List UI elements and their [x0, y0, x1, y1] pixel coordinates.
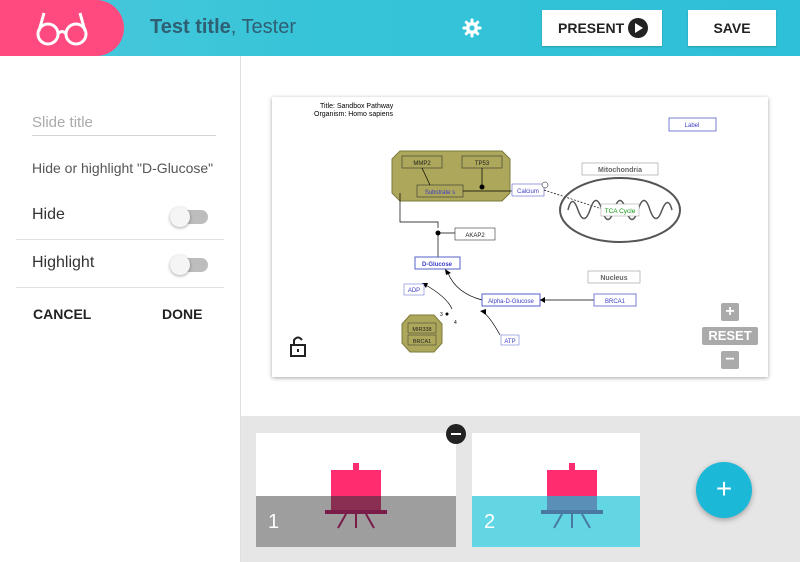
svg-text:Substrate s: Substrate s: [425, 190, 455, 196]
hide-row: Hide: [16, 192, 224, 240]
svg-text:Alpha-D-Glucose: Alpha-D-Glucose: [488, 299, 534, 305]
mir338-complex[interactable]: [401, 314, 443, 353]
add-slide-button[interactable]: +: [696, 462, 752, 518]
svg-text:Label: Label: [685, 123, 700, 129]
play-icon: [628, 18, 648, 38]
svg-text:Nucleus: Nucleus: [600, 275, 627, 282]
hide-toggle[interactable]: [170, 207, 208, 227]
svg-text:Mitochondria: Mitochondria: [598, 167, 642, 174]
svg-text:AKAP2: AKAP2: [465, 233, 485, 239]
presentation-title[interactable]: Test title, Tester: [150, 16, 296, 39]
reset-button[interactable]: RESET: [702, 327, 758, 345]
svg-text:3: 3: [440, 312, 443, 318]
slide-number: 2: [484, 511, 496, 533]
glasses-icon: [36, 12, 88, 46]
slide-thumbnail-1[interactable]: 1: [256, 433, 456, 547]
svg-text:ADP: ADP: [408, 288, 420, 294]
tca-cycle-label[interactable]: TCA Cycle: [605, 208, 636, 215]
slide-number: 1: [268, 511, 280, 533]
done-button[interactable]: DONE: [162, 306, 202, 322]
svg-text:MIR338: MIR338: [412, 327, 431, 333]
present-button[interactable]: PRESENT: [542, 10, 662, 46]
slide-title-input[interactable]: [32, 110, 216, 136]
zoom-out-button[interactable]: −: [721, 351, 739, 369]
svg-text:4: 4: [454, 320, 457, 326]
svg-text:MMP2: MMP2: [413, 161, 431, 167]
cancel-button[interactable]: CANCEL: [33, 306, 91, 322]
pathway-diagram: Title: Sandbox Pathway Organism: Homo sa…: [290, 103, 717, 357]
zoom-in-button[interactable]: +: [721, 303, 739, 321]
gear-icon[interactable]: [462, 18, 482, 43]
slide-thumbnail-2[interactable]: 2: [472, 433, 640, 547]
highlight-label: Highlight: [32, 254, 95, 271]
diagram-title: Title: Sandbox Pathway: [320, 103, 394, 110]
svg-text:ATP: ATP: [504, 339, 515, 345]
diagram-organism: Organism: Homo sapiens: [314, 111, 393, 118]
top-bar: Test title, Tester PRESENT SAVE: [0, 0, 800, 56]
hide-label: Hide: [32, 206, 65, 223]
save-button[interactable]: SAVE: [688, 10, 776, 46]
svg-text:D-Glucose: D-Glucose: [422, 262, 453, 268]
easel-icon: [325, 463, 387, 529]
easel-icon: [541, 463, 603, 529]
highlight-row: Highlight: [16, 240, 224, 288]
svg-text:BRCA1: BRCA1: [605, 299, 626, 305]
svg-text:TP53: TP53: [475, 161, 490, 167]
lock-icon[interactable]: [290, 336, 306, 357]
hide-highlight-hint: Hide or highlight "D-Glucose": [32, 160, 214, 176]
highlight-toggle[interactable]: [170, 255, 208, 275]
remove-slide-button[interactable]: [446, 424, 466, 444]
pathway-canvas[interactable]: Title: Sandbox Pathway Organism: Homo sa…: [272, 97, 768, 377]
svg-text:Calcium: Calcium: [517, 189, 539, 195]
svg-text:BRCA1: BRCA1: [413, 339, 431, 345]
logo: [0, 0, 124, 56]
